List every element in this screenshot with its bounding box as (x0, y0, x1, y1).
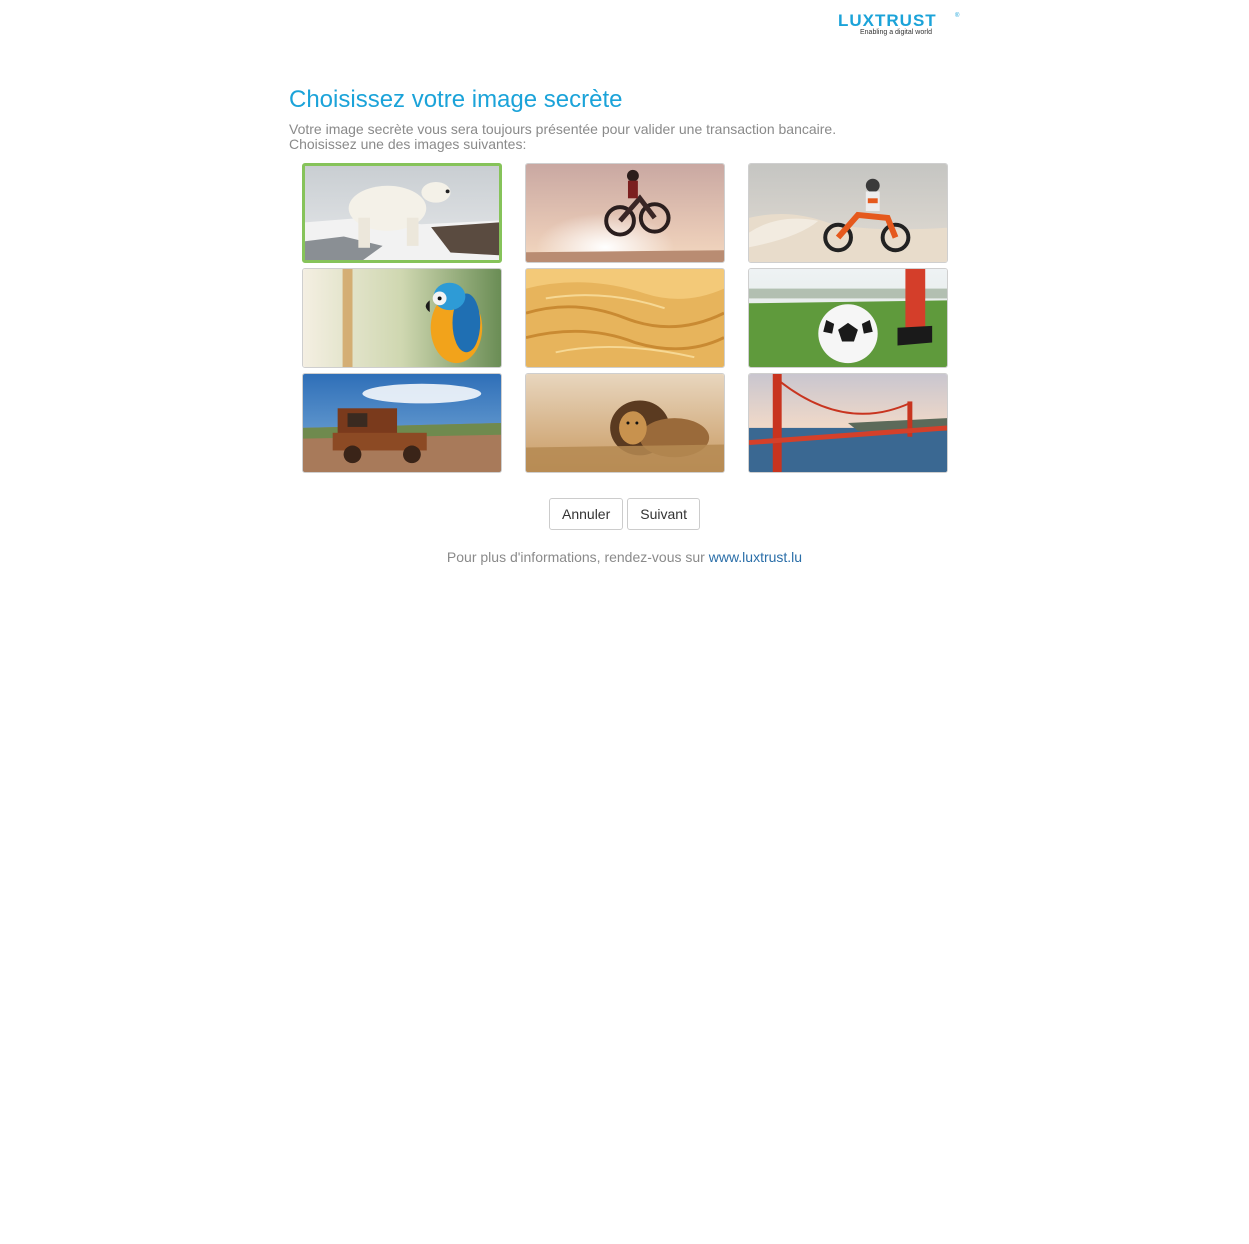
info-text: Pour plus d'informations, rendez-vous su… (446, 549, 709, 565)
logo-tagline: Enabling a digital world (860, 29, 932, 36)
next-button[interactable]: Suivant (627, 498, 700, 530)
image-option-lion[interactable] (525, 373, 725, 473)
image-option-rusty-car[interactable] (302, 373, 502, 473)
luxtrust-link[interactable]: www.luxtrust.lu (709, 549, 802, 565)
image-option-motocross-jump[interactable] (525, 163, 725, 263)
golden-gate-bridge-image (749, 374, 947, 472)
page-description: Votre image secrète vous sera toujours p… (289, 122, 961, 152)
parrot-image (303, 269, 501, 367)
logo-registered-mark: ® (955, 13, 960, 19)
motocross-jump-image (526, 164, 724, 262)
lion-image (526, 374, 724, 472)
polar-bear-image (305, 166, 499, 260)
luxtrust-logo: LUXTRUST ® Enabling a digital world (838, 12, 960, 38)
motocross-sand-image (749, 164, 947, 262)
main-content: Choisissez votre image secrète Votre ima… (289, 85, 961, 152)
image-option-golden-gate-bridge[interactable] (748, 373, 948, 473)
cancel-button[interactable]: Annuler (549, 498, 624, 530)
desert-dunes-image (526, 269, 724, 367)
image-option-soccer-ball[interactable] (748, 268, 948, 368)
page-title: Choisissez votre image secrète (289, 86, 623, 113)
logo-wordmark: LUXTRUST (838, 11, 937, 30)
page: LUXTRUST ® Enabling a digital world Choi… (0, 0, 1249, 1244)
description-line-2: Choisissez une des images suivantes: (289, 136, 527, 152)
info-footer: Pour plus d'informations, rendez-vous su… (0, 549, 1249, 565)
rusty-car-image (303, 374, 501, 472)
description-line-1: Votre image secrète vous sera toujours p… (289, 121, 837, 137)
action-buttons: Annuler Suivant (549, 498, 700, 530)
image-option-motocross-sand[interactable] (748, 163, 948, 263)
image-option-polar-bear[interactable] (302, 163, 502, 263)
image-option-desert-dunes[interactable] (525, 268, 725, 368)
image-option-parrot[interactable] (302, 268, 502, 368)
soccer-ball-image (749, 269, 947, 367)
